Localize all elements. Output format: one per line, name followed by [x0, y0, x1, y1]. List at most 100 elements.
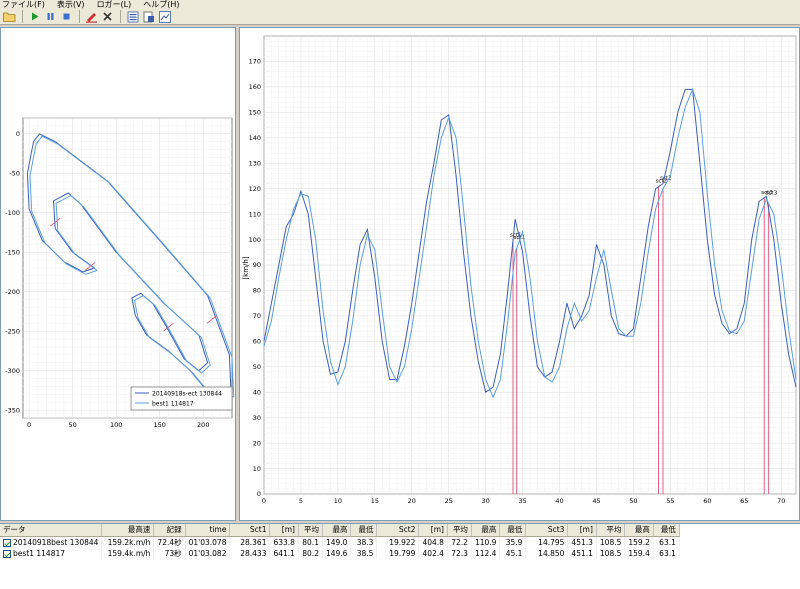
- row-visibility-checkbox[interactable]: [3, 538, 11, 547]
- table-cell: 38.5: [350, 547, 378, 559]
- table-cell: 72.4秒: [153, 536, 186, 548]
- map-x-tick-label: 100: [110, 421, 122, 429]
- delete-icon[interactable]: [100, 9, 115, 24]
- y-tick-label: 20: [253, 439, 261, 447]
- map-x-tick-label: 200: [197, 421, 209, 429]
- row-name-label: best1 114817: [13, 548, 66, 558]
- speed-chart[interactable]: 0 5 10 15 20 25 30 35 40 45 50 55 60 65 70 0 10 20 30 40 50 6…: [240, 28, 799, 520]
- y-tick-label: 70: [253, 312, 261, 320]
- column-header[interactable]: 最低: [499, 524, 527, 537]
- table-cell: 01'03.082: [185, 547, 231, 559]
- x-tick-label: 20: [408, 497, 416, 505]
- map-x-tick-label: 50: [68, 421, 76, 429]
- app-window: ファイル(F) 表示(V) ロガー(L) ヘルプ(H) 0 50 100 150…: [0, 0, 800, 589]
- row-visibility-checkbox[interactable]: [3, 549, 11, 558]
- track-map-chart[interactable]: 0 50 100 150 200 0 -50 -100 -150 -200 -250 -300 -350…: [1, 28, 235, 520]
- menu-logger[interactable]: ロガー(L): [97, 0, 132, 9]
- table-cell: 159.4k.m/h: [101, 547, 155, 559]
- y-tick-label: 90: [253, 261, 261, 269]
- table-cell: 108.5: [596, 547, 626, 559]
- table-cell: 45.1: [499, 547, 527, 559]
- map-y-tick-label: -50: [9, 169, 20, 177]
- column-header[interactable]: Sct2: [376, 524, 420, 537]
- export-icon[interactable]: [141, 9, 156, 24]
- y-tick-label: 150: [249, 109, 261, 117]
- table-cell: 159.2: [624, 536, 654, 548]
- x-tick-label: 70: [777, 497, 785, 505]
- y-tick-label: 10: [253, 465, 261, 473]
- menu-view[interactable]: 表示(V): [57, 0, 85, 9]
- x-tick-label: 60: [703, 497, 711, 505]
- column-header[interactable]: Sct3: [525, 524, 569, 537]
- map-y-tick-label: 0: [16, 130, 20, 138]
- x-tick-label: 25: [445, 497, 453, 505]
- x-tick-label: 45: [592, 497, 600, 505]
- table-cell: 112.4: [471, 547, 501, 559]
- map-y-tick-label: -100: [5, 209, 20, 217]
- column-header[interactable]: 最高: [322, 524, 352, 537]
- play-icon[interactable]: [27, 9, 42, 24]
- column-header[interactable]: 平均: [596, 524, 626, 537]
- table-cell: 80.1: [298, 536, 323, 548]
- table-cell: 149.0: [322, 536, 352, 548]
- stop-icon[interactable]: [59, 9, 74, 24]
- y-tick-label: 60: [253, 338, 261, 346]
- marker-icon[interactable]: [84, 9, 99, 24]
- column-header[interactable]: 平均: [298, 524, 323, 537]
- table-row[interactable]: best1 114817 159.4k.m/h 73秒 01'03.082 28.433…: [0, 547, 680, 559]
- table-cell: 14.850: [525, 547, 569, 559]
- x-tick-label: 50: [629, 497, 637, 505]
- table-cell: 38.3: [350, 536, 378, 548]
- table-cell: 80.2: [298, 547, 323, 559]
- column-header[interactable]: [m]: [269, 524, 299, 537]
- open-folder-icon[interactable]: [2, 9, 17, 24]
- lap-data-table: データ 最高速 記録 time Sct1 [m] 平均 最高 最低 Sct2 [m] 平均 最高 最低 Sc…: [0, 523, 800, 589]
- y-tick-label: 40: [253, 388, 261, 396]
- toolbar-separator: [22, 10, 23, 23]
- track-map-panel[interactable]: 0 50 100 150 200 0 -50 -100 -150 -200 -250 -300 -350…: [0, 27, 236, 521]
- column-header[interactable]: time: [185, 524, 231, 537]
- map-legend: 20140918s-ect 130844 best1 114817: [130, 386, 233, 411]
- column-header[interactable]: 最低: [350, 524, 378, 537]
- y-tick-label: 100: [249, 236, 261, 244]
- column-header[interactable]: データ: [0, 524, 103, 537]
- column-header[interactable]: 最高: [471, 524, 501, 537]
- pause-icon[interactable]: [43, 9, 58, 24]
- map-y-tick-label: -350: [5, 406, 20, 414]
- menu-help[interactable]: ヘルプ(H): [143, 0, 179, 9]
- speed-chart-panel[interactable]: 0 5 10 15 20 25 30 35 40 45 50 55 60 65 70 0 10 20 30 40 50 6…: [239, 27, 800, 521]
- row-name-cell: best1 114817: [0, 547, 103, 559]
- column-header[interactable]: [m]: [567, 524, 597, 537]
- table-cell: 402.4: [418, 547, 448, 559]
- column-header[interactable]: 最高速: [101, 524, 155, 537]
- column-header[interactable]: 記録: [153, 524, 186, 537]
- table-header-row: データ 最高速 記録 time Sct1 [m] 平均 最高 最低 Sct2 [m] 平均 最高 最低 Sc…: [0, 524, 680, 537]
- column-header[interactable]: [m]: [418, 524, 448, 537]
- chart-icon[interactable]: [157, 9, 172, 24]
- column-header[interactable]: Sct1: [229, 524, 271, 537]
- map-x-tick-label: 0: [27, 421, 31, 429]
- column-header[interactable]: 最低: [653, 524, 680, 537]
- row-name-cell: 20140918best 130844: [0, 536, 103, 548]
- table-cell: 35.9: [499, 536, 527, 548]
- table-cell: 14.795: [525, 536, 569, 548]
- table-cell: 28.433: [229, 547, 271, 559]
- x-tick-label: 55: [666, 497, 674, 505]
- menu-bar: ファイル(F) 表示(V) ロガー(L) ヘルプ(H): [0, 0, 800, 9]
- legend-label-series1: 20140918s-ect 130844: [152, 391, 222, 398]
- map-y-tick-label: -150: [5, 248, 20, 256]
- y-tick-label: 130: [249, 159, 261, 167]
- table-cell: 72.2: [447, 536, 472, 548]
- column-header[interactable]: 平均: [447, 524, 472, 537]
- map-y-tick-label: -200: [5, 288, 20, 296]
- x-tick-label: 0: [262, 497, 266, 505]
- y-tick-label: 30: [253, 414, 261, 422]
- table-row[interactable]: 20140918best 130844 159.2k.m/h 72.4秒 01'03.…: [0, 536, 680, 548]
- column-header[interactable]: 最高: [624, 524, 654, 537]
- table-cell: 63.1: [653, 547, 680, 559]
- table-cell: 28.361: [229, 536, 271, 548]
- toolbar-separator: [120, 10, 121, 23]
- menu-file[interactable]: ファイル(F): [2, 0, 45, 9]
- y-axis-label: [km/h]: [242, 256, 250, 279]
- list-icon[interactable]: [125, 9, 140, 24]
